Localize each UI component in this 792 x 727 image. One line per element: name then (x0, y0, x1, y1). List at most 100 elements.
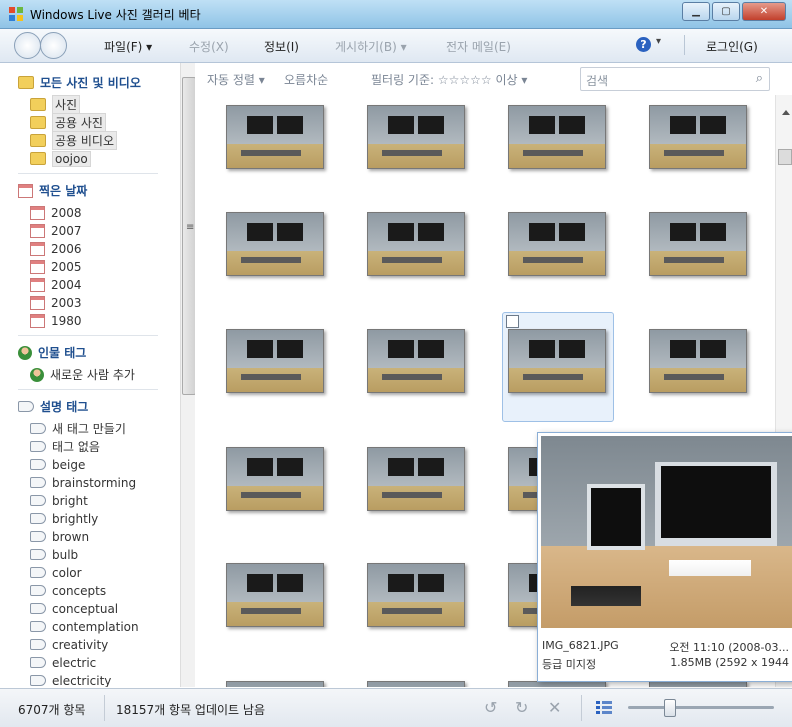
photo-thumbnail[interactable] (649, 105, 747, 169)
sidebar-item-tag[interactable]: electric (30, 654, 96, 671)
scrollbar-thumb[interactable] (182, 77, 196, 395)
search-box[interactable]: 검색 ⌕ (580, 67, 770, 91)
scrollbar-thumb[interactable] (778, 149, 792, 165)
search-input[interactable]: 검색 (586, 72, 608, 89)
rotate-right-icon[interactable]: ↻ (515, 698, 528, 717)
menu-email[interactable]: 전자 메일(E) (446, 38, 511, 55)
date-taken-heading[interactable]: 찍은 날짜 (18, 182, 87, 199)
sidebar-item-year[interactable]: 2007 (30, 222, 82, 239)
sort-dropdown[interactable]: 자동 정렬 ▾ (207, 71, 265, 88)
item-count: 6707개 항목 (18, 703, 86, 717)
sidebar-item-year[interactable]: 2004 (30, 276, 82, 293)
sidebar-item-year[interactable]: 2005 (30, 258, 82, 275)
sidebar-item-year[interactable]: 2008 (30, 204, 82, 221)
menu-publish[interactable]: 게시하기(B) ▾ (335, 38, 407, 55)
sidebar-item-year[interactable]: 2006 (30, 240, 82, 257)
sidebar-item-tag[interactable]: electricity (30, 672, 111, 687)
tag-icon (30, 495, 46, 506)
photo-thumbnail[interactable] (226, 681, 324, 687)
gallery-toolbar: 자동 정렬 ▾ 오름차순 필터링 기준: ☆☆☆☆☆ 이상 ▾ 검색 ⌕ (195, 63, 792, 95)
folder-icon (30, 152, 46, 165)
search-icon[interactable]: ⌕ (756, 71, 763, 86)
slider-thumb[interactable] (664, 699, 676, 717)
forward-button[interactable] (40, 32, 67, 59)
photo-thumbnail[interactable] (226, 329, 324, 393)
tag-icon (30, 639, 46, 650)
photo-thumbnail[interactable] (226, 447, 324, 511)
maximize-button[interactable]: ▢ (712, 2, 740, 21)
menu-file[interactable]: 파일(F) ▾ (104, 38, 152, 55)
sort-order-button[interactable]: 오름차순 (284, 71, 328, 88)
photo-thumbnail[interactable] (649, 329, 747, 393)
tag-icon (30, 657, 46, 668)
menu-separator (684, 35, 685, 55)
help-dropdown-icon[interactable]: ▾ (656, 36, 661, 47)
tag-icon (30, 549, 46, 560)
sidebar-item-year[interactable]: 2003 (30, 294, 82, 311)
all-media-heading[interactable]: 모든 사진 및 비디오 (18, 74, 141, 91)
descriptive-tags-heading[interactable]: 설명 태그 (18, 398, 88, 415)
sidebar-item-tag[interactable]: bright (30, 492, 88, 509)
sidebar-item-tag[interactable]: 태그 없음 (30, 438, 100, 455)
sidebar-item-label: 공용 사진 (52, 113, 106, 132)
sidebar-item-tag[interactable]: beige (30, 456, 85, 473)
sidebar-item-photos[interactable]: 사진 (30, 95, 81, 114)
scroll-up-icon[interactable] (782, 110, 790, 115)
photo-thumbnail[interactable] (226, 563, 324, 627)
calendar-icon (18, 183, 33, 198)
help-icon[interactable]: ? (636, 37, 651, 52)
sidebar-item-tag[interactable]: creativity (30, 636, 108, 653)
sidebar-item-public-videos[interactable]: 공용 비디오 (30, 131, 118, 150)
photo-thumbnail[interactable] (226, 105, 324, 169)
sidebar-item-tag[interactable]: brainstorming (30, 474, 136, 491)
sidebar-item-public-photos[interactable]: 공용 사진 (30, 113, 106, 132)
sidebar-item-tag[interactable]: bulb (30, 546, 78, 563)
tag-label: brown (52, 529, 90, 544)
tag-label: brightly (52, 511, 99, 526)
photo-thumbnail[interactable] (367, 329, 465, 393)
menu-info[interactable]: 정보(I) (264, 38, 299, 55)
photo-thumbnail[interactable] (367, 563, 465, 627)
sidebar-item-tag[interactable]: contemplation (30, 618, 139, 635)
add-person-button[interactable]: 새로운 사람 추가 (30, 366, 135, 383)
sidebar-item-tag[interactable]: conceptual (30, 600, 118, 617)
photo-thumbnail[interactable] (508, 329, 606, 393)
rotate-left-icon[interactable]: ↺ (484, 698, 497, 717)
rating-filter-dropdown[interactable]: 필터링 기준: ☆☆☆☆☆ 이상 ▾ (371, 71, 527, 88)
sidebar-item-tag[interactable]: color (30, 564, 82, 581)
status-separator (581, 695, 582, 721)
tag-icon (30, 603, 46, 614)
login-button[interactable]: 로그인(G) (706, 38, 758, 55)
thumbnail-size-slider[interactable] (628, 699, 774, 717)
sidebar-item-tag[interactable]: brown (30, 528, 89, 545)
folder-icon (30, 134, 46, 147)
photo-thumbnail[interactable] (649, 212, 747, 276)
year-label: 2004 (51, 277, 82, 292)
menu-edit[interactable]: 수정(X) (189, 38, 229, 55)
photo-thumbnail[interactable] (508, 212, 606, 276)
sidebar-item-oojoo[interactable]: oojoo (30, 150, 91, 167)
photo-thumbnail[interactable] (367, 105, 465, 169)
minimize-button[interactable]: ▁ (682, 2, 710, 21)
details-view-icon[interactable] (596, 701, 612, 715)
people-tags-heading[interactable]: 인물 태그 (18, 344, 86, 361)
photo-thumbnail[interactable] (367, 681, 465, 687)
delete-icon[interactable]: ✕ (548, 698, 561, 717)
navigation-pane-scrollbar[interactable] (180, 63, 196, 687)
tag-icon (30, 477, 46, 488)
photo-thumbnail[interactable] (367, 212, 465, 276)
photo-thumbnail[interactable] (508, 105, 606, 169)
splitter-grip-icon[interactable]: ≡ (186, 222, 194, 233)
close-button[interactable]: ✕ (742, 2, 786, 21)
photo-thumbnail[interactable] (367, 447, 465, 511)
photo-thumbnail[interactable] (226, 212, 324, 276)
create-tag-button[interactable]: 새 태그 만들기 (30, 420, 126, 437)
back-button[interactable] (14, 32, 41, 59)
menu-bar: 파일(F) ▾ 수정(X) 정보(I) 게시하기(B) ▾ 전자 메일(E) ?… (0, 29, 792, 63)
sidebar-item-year[interactable]: 1980 (30, 312, 82, 329)
calendar-icon (30, 295, 45, 310)
sidebar-item-tag[interactable]: brightly (30, 510, 98, 527)
select-checkbox[interactable] (506, 315, 519, 328)
sidebar-item-tag[interactable]: concepts (30, 582, 106, 599)
preview-date-taken: 오전 11:10 (2008-03... (669, 641, 789, 654)
